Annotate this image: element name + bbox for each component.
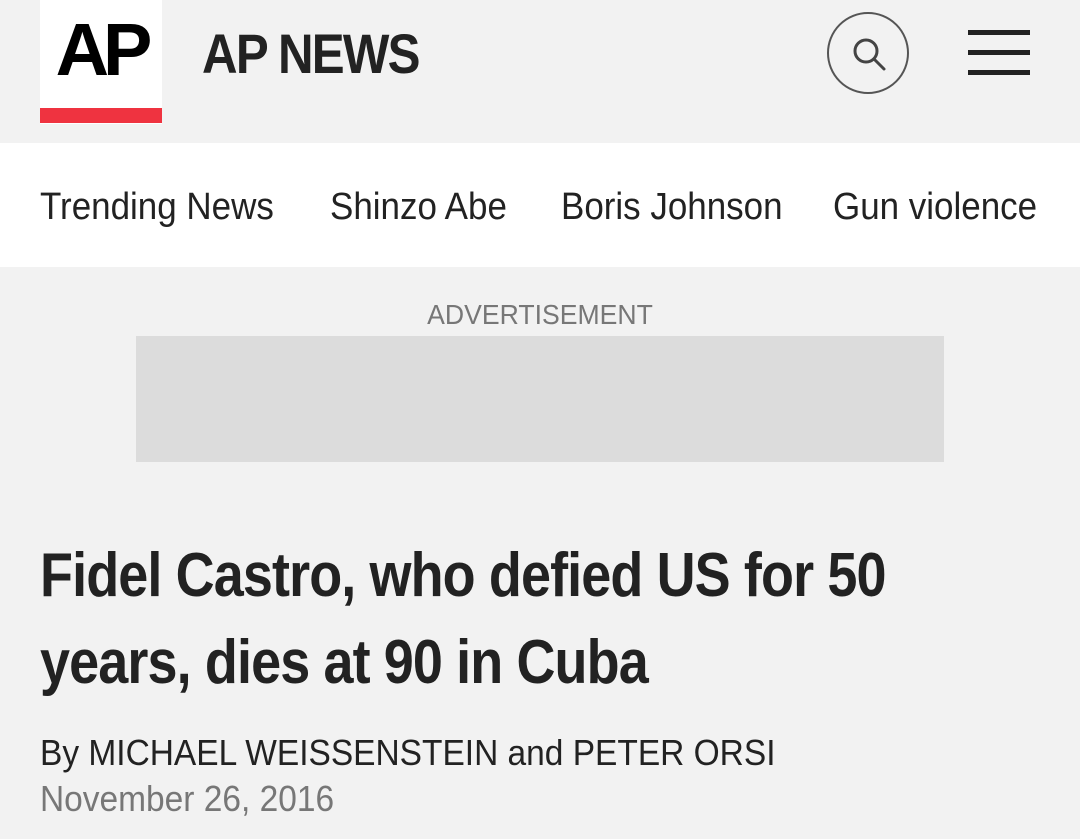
menu-line (968, 50, 1030, 55)
trending-item-gun-violence[interactable]: Gun violence (833, 185, 1037, 229)
menu-line (968, 30, 1030, 35)
advertisement-label: ADVERTISEMENT (427, 299, 653, 330)
search-button[interactable] (827, 12, 909, 94)
article-byline: By MICHAEL WEISSENSTEIN and PETER ORSI (40, 732, 776, 773)
trending-item-shinzo-abe[interactable]: Shinzo Abe (330, 185, 507, 229)
brand-name[interactable]: AP NEWS (202, 22, 421, 86)
trending-bar: Trending News Shinzo Abe Boris Johnson G… (0, 143, 1080, 267)
logo-accent-bar (40, 108, 162, 123)
logo-text: AP (55, 8, 153, 91)
advertisement-placeholder[interactable] (136, 336, 944, 462)
trending-item-trending-news[interactable]: Trending News (40, 185, 274, 229)
menu-line (968, 70, 1030, 75)
ap-logo[interactable]: AP (40, 0, 162, 124)
trending-item-boris-johnson[interactable]: Boris Johnson (561, 185, 783, 229)
site-header: AP AP NEWS (0, 0, 1080, 143)
article-date: November 26, 2016 (40, 778, 335, 819)
search-icon (853, 38, 886, 71)
article-headline: Fidel Castro, who defied US for 50 years… (40, 541, 886, 697)
hamburger-menu-button[interactable] (968, 28, 1030, 78)
